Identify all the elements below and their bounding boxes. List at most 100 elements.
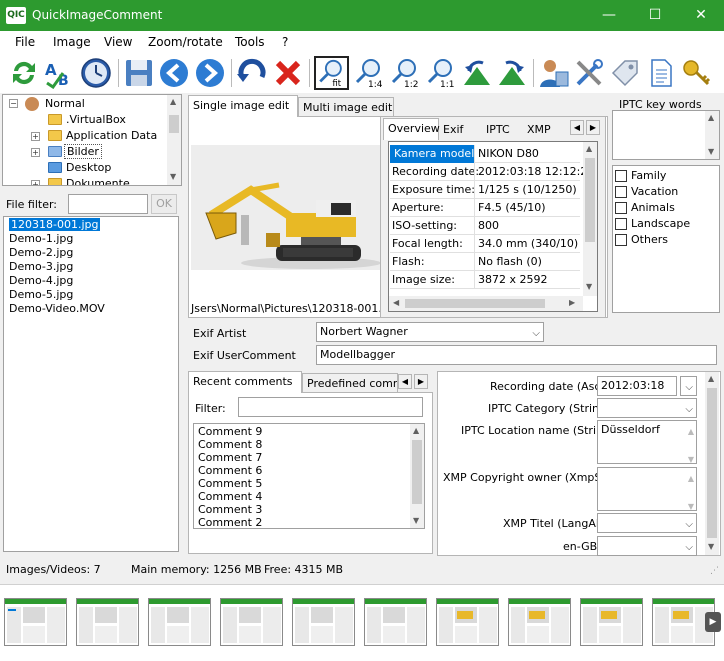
- save-icon[interactable]: [123, 57, 155, 89]
- exif-usercomment-input[interactable]: Modellbagger: [316, 345, 717, 365]
- tree-expander[interactable]: −: [9, 99, 18, 108]
- thumbnail[interactable]: [436, 598, 499, 646]
- image-preview[interactable]: [191, 145, 383, 270]
- exif-artist-input[interactable]: Norbert Wagner ⌵: [316, 322, 544, 342]
- overview-vscrollbar[interactable]: ▲ ▼: [583, 142, 597, 296]
- tree-item-virtualbox[interactable]: .VirtualBox: [66, 113, 126, 126]
- tab-xmp[interactable]: XMP: [523, 120, 559, 142]
- tree-item-bilder[interactable]: Bilder: [64, 144, 102, 159]
- comments-filter-input[interactable]: [238, 397, 423, 417]
- close-button[interactable]: ✕: [678, 0, 724, 31]
- checkbox-animals[interactable]: [615, 202, 627, 214]
- xmp-title-input[interactable]: ⌵: [597, 513, 697, 533]
- resize-grip[interactable]: ⋰: [710, 566, 719, 576]
- file-filter-input[interactable]: [68, 194, 148, 214]
- properties-scrollbar[interactable]: ▲ ▼: [705, 372, 719, 555]
- rotate-left-icon[interactable]: [461, 57, 493, 89]
- file-filter-ok-button[interactable]: OK: [151, 194, 177, 214]
- back-icon[interactable]: [158, 57, 190, 89]
- comment-item[interactable]: Comment 6: [198, 464, 262, 477]
- thumbnail[interactable]: [508, 598, 571, 646]
- tab-recent-comments[interactable]: Recent comments: [188, 371, 302, 393]
- tab-scroll-right-button[interactable]: ▶: [586, 120, 600, 135]
- thumbnail[interactable]: [292, 598, 355, 646]
- thumbnail[interactable]: [148, 598, 211, 646]
- zoom-1-4-icon[interactable]: 1:4: [353, 57, 385, 90]
- zoom-1-1-icon[interactable]: 1:1: [425, 57, 457, 90]
- zoom-fit-icon[interactable]: fit: [314, 56, 349, 90]
- checkbox-vacation-label: Vacation: [631, 185, 679, 198]
- file-item[interactable]: Demo-4.jpg: [9, 274, 73, 288]
- file-item[interactable]: Demo-1.jpg: [9, 232, 73, 246]
- tree-item-application-data[interactable]: Application Data: [66, 129, 157, 142]
- tree-item-dokumente[interactable]: Dokumente: [66, 177, 130, 185]
- file-item[interactable]: 120318-001.jpg: [9, 218, 101, 231]
- undo-icon[interactable]: [236, 57, 268, 89]
- rotate-right-icon[interactable]: [496, 57, 528, 89]
- status-free: Free: 4315 MB: [264, 563, 344, 576]
- comment-item[interactable]: Comment 4: [198, 490, 262, 503]
- tree-item-normal[interactable]: Normal: [45, 97, 85, 110]
- thumbnail[interactable]: [76, 598, 139, 646]
- recording-date-dropdown[interactable]: ⌵: [680, 376, 697, 396]
- comment-item[interactable]: Comment 5: [198, 477, 262, 490]
- comments-scrollbar[interactable]: ▲ ▼: [410, 424, 424, 528]
- tag-icon[interactable]: [609, 57, 641, 89]
- file-item[interactable]: Demo-Video.MOV: [9, 302, 105, 316]
- spellcheck-icon[interactable]: AB: [43, 57, 75, 90]
- file-item[interactable]: Demo-5.jpg: [9, 288, 73, 302]
- menu-file[interactable]: File: [15, 35, 35, 49]
- tree-expander[interactable]: +: [31, 180, 40, 185]
- maximize-button[interactable]: ☐: [632, 0, 678, 31]
- tab-single-image-edit[interactable]: Single image edit: [188, 95, 298, 117]
- iptc-location-input[interactable]: Düsseldorf ▲ ▼: [597, 420, 697, 464]
- refresh-icon[interactable]: [8, 57, 40, 89]
- thumbnail[interactable]: [4, 598, 67, 646]
- minimize-button[interactable]: —: [586, 0, 632, 31]
- zoom-1-2-icon[interactable]: 1:2: [389, 57, 421, 90]
- overview-hscrollbar[interactable]: ◀ ▶: [389, 296, 583, 311]
- xmp-copyright-input[interactable]: ▲ ▼: [597, 467, 697, 511]
- comment-item[interactable]: Comment 3: [198, 503, 262, 516]
- comment-item[interactable]: Comment 7: [198, 451, 262, 464]
- checkbox-others[interactable]: [615, 234, 627, 246]
- checkbox-vacation[interactable]: [615, 186, 627, 198]
- comments-tab-left-button[interactable]: ◀: [398, 374, 412, 389]
- file-item[interactable]: Demo-3.jpg: [9, 260, 73, 274]
- tree-expander[interactable]: +: [31, 148, 40, 157]
- language-input[interactable]: ⌵: [597, 536, 697, 556]
- thumbnail[interactable]: [220, 598, 283, 646]
- menu-help[interactable]: ?: [282, 35, 288, 49]
- user-settings-icon[interactable]: [538, 57, 570, 89]
- tab-iptc[interactable]: IPTC: [482, 120, 518, 142]
- checkbox-family[interactable]: [615, 170, 627, 182]
- document-icon[interactable]: [645, 57, 677, 89]
- iptc-keywords-input[interactable]: ▲ ▼: [612, 110, 720, 160]
- menu-image[interactable]: Image: [53, 35, 91, 49]
- forward-icon[interactable]: [194, 57, 226, 89]
- comments-tab-right-button[interactable]: ▶: [414, 374, 428, 389]
- comment-item[interactable]: Comment 2: [198, 516, 262, 528]
- file-item[interactable]: Demo-2.jpg: [9, 246, 73, 260]
- iptc-category-input[interactable]: ⌵: [597, 398, 697, 418]
- thumbnail[interactable]: [580, 598, 643, 646]
- checkbox-landscape[interactable]: [615, 218, 627, 230]
- menu-zoom-rotate[interactable]: Zoom/rotate: [148, 35, 223, 49]
- menu-tools[interactable]: Tools: [235, 35, 265, 49]
- recording-date-input[interactable]: 2012:03:18: [597, 376, 677, 396]
- thumbnail[interactable]: [364, 598, 427, 646]
- comment-item[interactable]: Comment 8: [198, 438, 262, 451]
- tools-icon[interactable]: [573, 57, 605, 89]
- menu-view[interactable]: View: [104, 35, 132, 49]
- comment-item[interactable]: Comment 9: [198, 425, 262, 438]
- tab-overview[interactable]: Overview: [383, 118, 440, 140]
- tree-item-desktop[interactable]: Desktop: [66, 161, 111, 174]
- key-icon[interactable]: [681, 57, 713, 89]
- tab-exif[interactable]: Exif: [439, 120, 475, 142]
- clock-icon[interactable]: [80, 57, 112, 89]
- delete-icon[interactable]: [272, 57, 304, 89]
- thumbnail-next-button[interactable]: ▶: [705, 612, 721, 632]
- tab-scroll-left-button[interactable]: ◀: [570, 120, 584, 135]
- tree-scrollbar[interactable]: ▲ ▼: [167, 95, 181, 185]
- tree-expander[interactable]: +: [31, 132, 40, 141]
